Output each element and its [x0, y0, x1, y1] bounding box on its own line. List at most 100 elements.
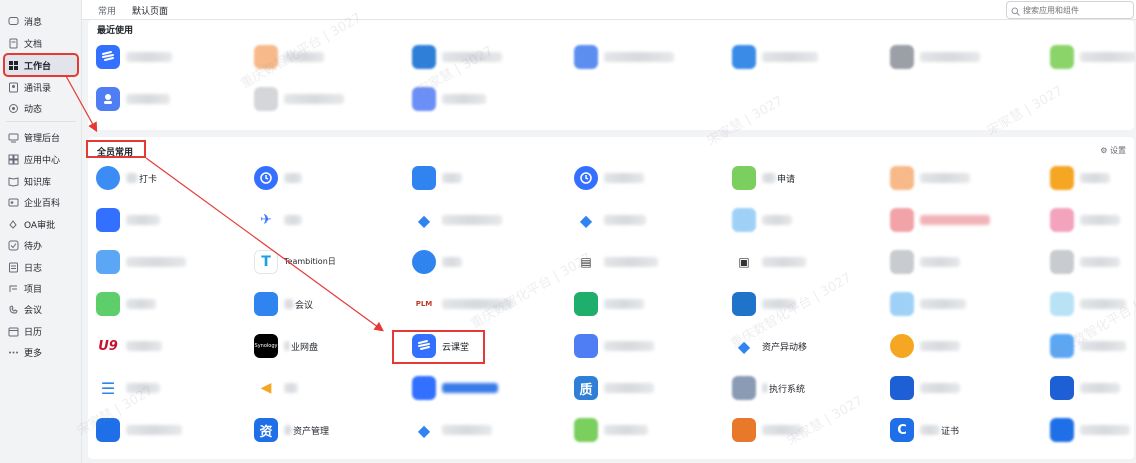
app-item[interactable] — [732, 207, 792, 233]
camera-icon — [254, 292, 278, 316]
sidebar-item-more[interactable]: 更多 — [4, 342, 78, 362]
app-label: 会议 — [295, 300, 314, 311]
redacted-label — [126, 52, 172, 62]
app-item[interactable] — [96, 44, 172, 70]
app-item[interactable] — [890, 375, 960, 401]
app-item[interactable] — [574, 44, 674, 70]
app-item[interactable] — [890, 291, 966, 317]
sidebar-item-knowledge[interactable]: 知识库 — [4, 171, 78, 191]
redacted-label — [1080, 425, 1130, 435]
app-item[interactable]: Synology 业网盘 — [254, 333, 318, 359]
sidebar-item-docs[interactable]: 文档 — [4, 33, 78, 53]
redacted-label — [604, 425, 648, 435]
app-item[interactable] — [574, 333, 654, 359]
app-item[interactable] — [890, 44, 980, 70]
app-item[interactable] — [1050, 44, 1136, 70]
sidebar-item-wiki[interactable]: 企业百科 — [4, 192, 78, 212]
app-item[interactable]: ◆ — [574, 207, 646, 233]
app-item[interactable] — [1050, 207, 1120, 233]
app-item[interactable] — [890, 207, 990, 233]
app-item[interactable] — [254, 86, 344, 112]
app-item[interactable]: ▣ — [732, 249, 806, 275]
app-icon — [412, 376, 436, 400]
sidebar-item-meeting[interactable]: 会议 — [4, 299, 78, 319]
sidebar-item-log[interactable]: 日志 — [4, 257, 78, 277]
app-item[interactable] — [1050, 333, 1126, 359]
app-item[interactable] — [574, 165, 644, 191]
tab-frequent[interactable]: 常用 — [98, 4, 116, 17]
app-item[interactable] — [96, 291, 156, 317]
app-item[interactable] — [1050, 375, 1120, 401]
app-item[interactable]: 执行系统 — [732, 375, 805, 401]
sidebar-item-calendar[interactable]: 日历 — [4, 321, 78, 341]
app-item[interactable]: 资 资产管理 — [254, 417, 329, 443]
app-item[interactable]: U9 — [96, 333, 162, 359]
app-item[interactable] — [254, 165, 302, 191]
app-item[interactable]: ✈ — [254, 207, 302, 233]
sidebar-item-project[interactable]: 项目 — [4, 278, 78, 298]
app-item[interactable]: ◆ — [412, 207, 502, 233]
app-item[interactable] — [574, 417, 648, 443]
redacted-label — [284, 94, 344, 104]
app-item[interactable] — [732, 417, 802, 443]
app-item[interactable] — [412, 44, 502, 70]
app-item[interactable]: ▤ — [574, 249, 658, 275]
app-item[interactable] — [96, 207, 160, 233]
app-label: 执行系统 — [769, 384, 806, 395]
app-label: 资产管理 — [293, 426, 330, 437]
sidebar-item-workbench[interactable]: 工作台 — [3, 53, 79, 77]
search-input[interactable] — [1023, 5, 1131, 15]
app-icon — [1050, 292, 1074, 316]
app-item[interactable] — [254, 44, 324, 70]
app-item[interactable]: ◆ — [412, 417, 492, 443]
redacted-label — [442, 52, 502, 62]
app-item[interactable] — [1050, 249, 1120, 275]
app-item[interactable] — [732, 291, 796, 317]
sidebar-item-app-center[interactable]: 应用中心 — [4, 149, 78, 169]
app-icon — [890, 45, 914, 69]
app-item[interactable] — [96, 249, 186, 275]
search-box[interactable] — [1006, 1, 1134, 19]
app-item[interactable] — [1050, 165, 1110, 191]
app-item[interactable] — [412, 375, 498, 401]
redacted-label — [442, 425, 492, 435]
settings-link[interactable]: ⚙ 设置 — [1100, 145, 1126, 156]
redacted-label — [762, 425, 802, 435]
sidebar-item-contacts[interactable]: 通讯录 — [4, 77, 78, 97]
app-item[interactable] — [890, 165, 970, 191]
app-item[interactable] — [412, 165, 462, 191]
sidebar-item-approval[interactable]: OA审批 — [4, 214, 78, 234]
app-item[interactable]: PLM — [412, 291, 512, 317]
app-icon — [1050, 334, 1074, 358]
app-item[interactable] — [574, 291, 644, 317]
app-item[interactable] — [96, 86, 170, 112]
cloud-icon — [412, 250, 436, 274]
redacted-label — [126, 94, 170, 104]
sidebar-item-todo[interactable]: 待办 — [4, 235, 78, 255]
sidebar-item-admin[interactable]: 管理后台 — [4, 127, 78, 147]
app-item[interactable]: ◀ — [254, 375, 298, 401]
printer-icon: ▣ — [732, 250, 756, 274]
app-item[interactable] — [1050, 417, 1130, 443]
app-item[interactable] — [412, 249, 462, 275]
app-item[interactable] — [890, 333, 960, 359]
app-item[interactable]: 申请 — [732, 165, 795, 191]
user-app-icon — [574, 292, 598, 316]
tab-default-page[interactable]: 默认页面 — [132, 4, 169, 22]
app-item[interactable]: 会议 — [254, 291, 313, 317]
app-item[interactable]: C 证书 — [890, 417, 959, 443]
app-item[interactable]: 打卡 — [96, 165, 157, 191]
app-item[interactable] — [96, 417, 182, 443]
app-item[interactable] — [1050, 291, 1126, 317]
sidebar-item-moments[interactable]: 动态 — [4, 98, 78, 118]
app-item[interactable] — [732, 44, 818, 70]
app-item[interactable]: T Teambition日 — [254, 249, 340, 275]
app-item[interactable] — [412, 86, 486, 112]
sidebar-item-messages[interactable]: 消息 — [4, 11, 78, 31]
app-item[interactable]: ☰ — [96, 375, 160, 401]
sidebar: 消息 文档 工作台 通讯录 动态 管理后台 应用中心 知识库 企业百科 OA审批… — [0, 0, 82, 463]
app-item[interactable] — [890, 249, 960, 275]
redacted-label — [604, 257, 658, 267]
app-item[interactable]: 质 — [574, 375, 654, 401]
app-item[interactable]: ◆ 资产异动移 — [732, 333, 807, 359]
